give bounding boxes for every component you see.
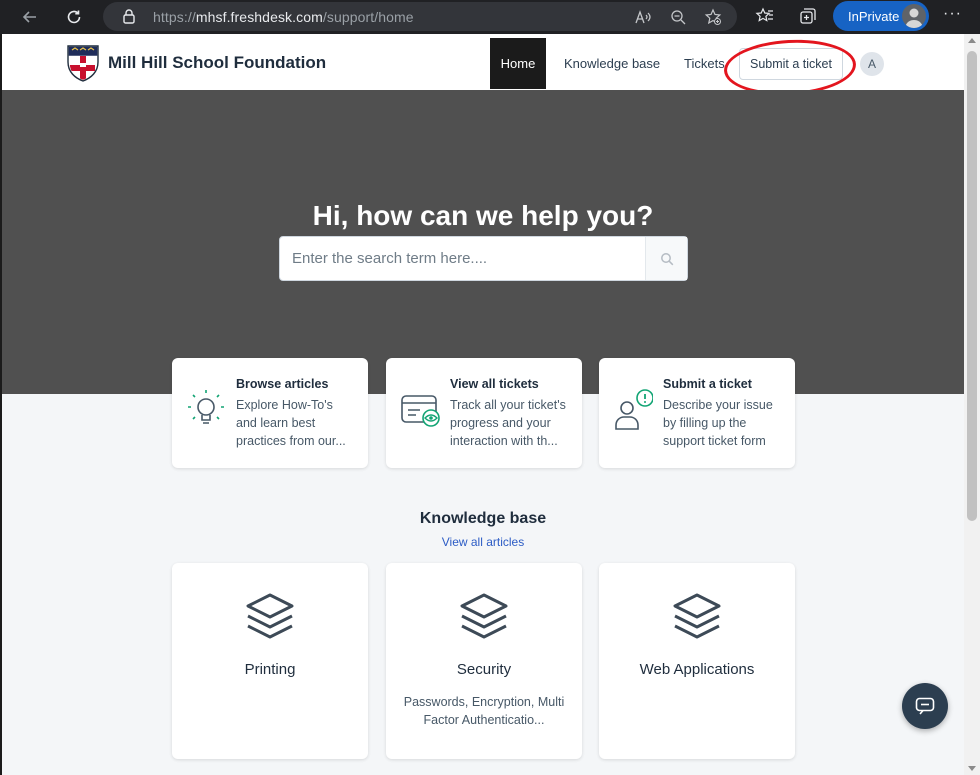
category-card-printing[interactable]: Printing [172,563,368,759]
back-button[interactable] [16,3,44,31]
page-scrollbar[interactable] [964,34,980,775]
search-button[interactable] [645,237,687,280]
read-aloud-icon[interactable] [633,7,653,27]
zoom-out-icon[interactable] [668,7,688,27]
quick-link-description: Explore How-To's and learn best practice… [236,398,346,448]
lock-icon [123,9,135,24]
chat-bubble-icon [915,697,935,715]
school-crest-logo[interactable] [66,44,100,82]
collections-icon[interactable] [797,5,819,27]
tickets-eye-icon [401,395,440,427]
category-card-security[interactable]: Security Passwords, Encryption, Multi Fa… [386,563,582,759]
browse-articles-card[interactable]: Browse articles Explore How-To's and lea… [172,358,368,468]
category-title: Security [456,661,512,678]
quick-link-title: View all tickets [450,377,539,391]
add-favorite-icon[interactable] [703,7,723,27]
url-text: https://mhsf.freshdesk.com/support/home [153,9,414,25]
more-menu-button[interactable]: ··· [943,5,962,23]
search-icon [660,252,673,265]
reload-icon [67,10,81,24]
view-all-articles-link[interactable]: View all articles [2,535,964,549]
quick-link-title: Submit a ticket [663,377,752,391]
quick-link-description: Track all your ticket's progress and you… [450,398,566,448]
submit-ticket-button[interactable]: Submit a ticket [739,48,843,80]
inprivate-label: InPrivate [848,8,900,24]
layers-icon [673,593,721,639]
address-bar[interactable]: https://mhsf.freshdesk.com/support/home [103,2,737,31]
person-alert-icon [615,389,653,430]
view-tickets-card[interactable]: View all tickets Track all your ticket's… [386,358,582,468]
site-header: Mill Hill School Foundation Home Knowled… [2,34,964,99]
arrow-left-icon [22,11,36,23]
layers-icon [246,593,294,639]
category-title: Printing [244,661,296,678]
browser-toolbar: https://mhsf.freshdesk.com/support/home … [0,0,980,34]
category-description: Passwords, Encryption, Multi Factor Auth… [403,695,565,727]
page-content: Mill Hill School Foundation Home Knowled… [2,34,964,775]
quick-link-description: Describe your issue by filling up the su… [663,398,773,448]
category-card-web-applications[interactable]: Web Applications [599,563,795,759]
search-input[interactable] [280,237,646,280]
person-icon [905,8,923,28]
user-avatar[interactable]: A [860,52,884,76]
nav-tickets[interactable]: Tickets [684,56,725,71]
scrollbar-thumb[interactable] [967,51,977,521]
scroll-up-arrow[interactable] [968,38,976,43]
layers-icon [460,593,508,639]
profile-avatar [902,4,926,28]
search-box [279,236,688,281]
submit-ticket-card[interactable]: Submit a ticket Describe your issue by f… [599,358,795,468]
inprivate-button[interactable]: InPrivate [833,1,929,31]
category-title: Web Applications [639,661,755,678]
site-title[interactable]: Mill Hill School Foundation [108,53,326,73]
nav-home[interactable]: Home [490,38,546,89]
nav-knowledge-base[interactable]: Knowledge base [564,56,660,71]
lightbulb-icon [188,390,224,424]
scroll-down-arrow[interactable] [968,766,976,771]
chat-widget-button[interactable] [902,683,948,729]
hero-title: Hi, how can we help you? [312,200,654,231]
knowledge-base-heading: Knowledge base [419,510,547,527]
reload-button[interactable] [60,3,88,31]
hero-banner: Hi, how can we help you? [2,90,964,394]
quick-link-title: Browse articles [236,377,329,391]
favorites-icon[interactable] [754,5,776,27]
